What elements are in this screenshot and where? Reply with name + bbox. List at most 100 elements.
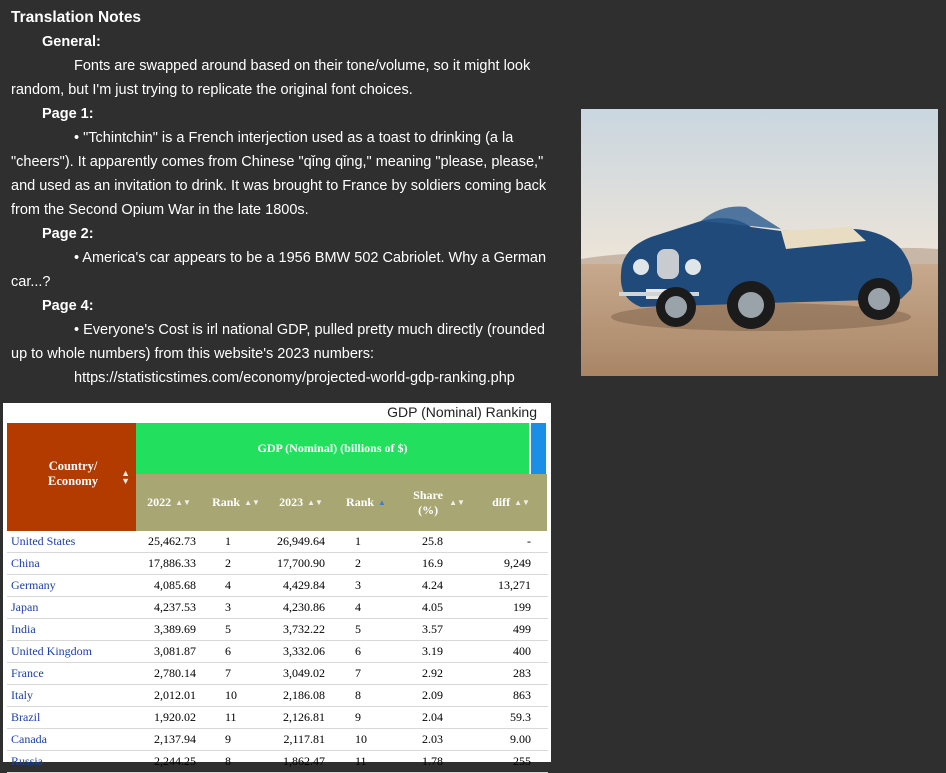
country-cell[interactable]: United Kingdom: [11, 641, 92, 662]
table-caption: GDP (Nominal) Ranking: [387, 404, 537, 420]
diff-cell: 499: [513, 622, 531, 636]
rank-2022-cell: 11: [225, 710, 237, 724]
gdp-2022-cell: 4,085.68: [154, 578, 196, 592]
column-headers: 2022 ▲▼ Rank ▲▼ 2023 ▲▼ Rank ▲ Share (%) ▲▼ d…: [136, 474, 547, 531]
page2-label: Page 2:: [42, 226, 94, 242]
page4-text: • Everyone's Cost is irl national GDP, p…: [11, 322, 545, 362]
col-2023[interactable]: 2023 ▲▼: [268, 474, 334, 531]
rank-2022-cell: 5: [225, 622, 231, 636]
sort-icon: ▲▼: [449, 498, 465, 507]
page1-text: • "Tchintchin" is a French interjection …: [11, 130, 547, 218]
gdp-2023-cell: 2,117.81: [283, 732, 325, 746]
col-2022[interactable]: 2022 ▲▼: [136, 474, 202, 531]
diff-cell: 9.00: [510, 732, 531, 746]
diff-cell: 255: [513, 754, 531, 768]
sort-asc-icon: ▲: [378, 498, 386, 507]
scroll-indicator: [531, 423, 546, 474]
rank-2023-cell: 3: [355, 578, 361, 592]
col-share-label: Share (%): [413, 487, 443, 517]
general-label: General:: [42, 34, 101, 50]
gdp-2022-cell: 4,237.53: [154, 600, 196, 614]
rank-2023-cell: 2: [355, 556, 361, 570]
gdp-2022-cell: 2,780.14: [154, 666, 196, 680]
diff-cell: 59.3: [510, 710, 531, 724]
car-photo: [581, 109, 938, 376]
country-cell[interactable]: France: [11, 663, 44, 684]
table-row: Russia 2,244.25 8 1,862.47 11 1.78 255: [7, 751, 548, 773]
gdp-2023-cell: 3,332.06: [283, 644, 325, 658]
table-body: United States 25,462.73 1 26,949.64 1 25.8 - Ch…: [7, 531, 548, 773]
gdp-2022-cell: 2,244.25: [154, 754, 196, 768]
share-cell: 4.24: [422, 578, 443, 592]
country-cell[interactable]: Japan: [11, 597, 38, 618]
country-cell[interactable]: China: [11, 553, 40, 574]
diff-cell: 283: [513, 666, 531, 680]
share-cell: 2.09: [422, 688, 443, 702]
col-rank-2022[interactable]: Rank ▲▼: [206, 474, 266, 531]
country-header[interactable]: Country/ Economy ▲ ▼: [7, 423, 136, 531]
country-cell[interactable]: Russia: [11, 751, 43, 772]
rank-2023-cell: 8: [355, 688, 361, 702]
diff-cell: 400: [513, 644, 531, 658]
sort-icon: ▲▼: [175, 498, 191, 507]
gdp-2023-cell: 2,186.08: [283, 688, 325, 702]
country-cell[interactable]: United States: [11, 531, 75, 552]
table-row: Italy 2,012.01 10 2,186.08 8 2.09 863: [7, 685, 548, 707]
general-text: Fonts are swapped around based on their …: [11, 58, 531, 98]
table-row: France 2,780.14 7 3,049.02 7 2.92 283: [7, 663, 548, 685]
country-cell[interactable]: Italy: [11, 685, 33, 706]
share-cell: 2.03: [422, 732, 443, 746]
gdp-2022-cell: 25,462.73: [148, 534, 196, 548]
col-rank-label: Rank: [212, 495, 241, 509]
share-cell: 2.92: [422, 666, 443, 680]
sort-icon: ▲▼: [514, 498, 530, 507]
country-cell[interactable]: Germany: [11, 575, 56, 596]
table-row: United Kingdom 3,081.87 6 3,332.06 6 3.19 400: [7, 641, 548, 663]
rank-2023-cell: 10: [355, 732, 367, 746]
gdp-2023-cell: 17,700.90: [277, 556, 325, 570]
rank-2022-cell: 6: [225, 644, 231, 658]
rank-2022-cell: 1: [225, 534, 231, 548]
diff-cell: -: [527, 534, 531, 548]
rank-2023-cell: 11: [355, 754, 367, 768]
rank-2023-cell: 4: [355, 600, 361, 614]
rank-2022-cell: 9: [225, 732, 231, 746]
col-rank-label: Rank: [346, 495, 375, 509]
col-share[interactable]: Share (%) ▲▼: [406, 474, 470, 531]
share-cell: 4.05: [422, 600, 443, 614]
page1-label: Page 1:: [42, 106, 94, 122]
sort-icon: ▲▼: [121, 468, 130, 486]
share-cell: 3.19: [422, 644, 443, 658]
gdp-2022-cell: 3,081.87: [154, 644, 196, 658]
gdp-2023-cell: 1,862.47: [283, 754, 325, 768]
share-cell: 1.78: [422, 754, 443, 768]
table-row: India 3,389.69 5 3,732.22 5 3.57 499: [7, 619, 548, 641]
gdp-2023-cell: 2,126.81: [283, 710, 325, 724]
diff-cell: 13,271: [498, 578, 531, 592]
source-url[interactable]: https://statisticstimes.com/economy/proj…: [11, 366, 556, 390]
page4-label: Page 4:: [42, 298, 94, 314]
country-cell[interactable]: Canada: [11, 729, 47, 750]
rank-2023-cell: 7: [355, 666, 361, 680]
rank-2022-cell: 2: [225, 556, 231, 570]
page2-text: • America's car appears to be a 1956 BMW…: [11, 250, 547, 290]
translation-notes: Translation Notes General: Fonts are swa…: [11, 6, 556, 390]
share-cell: 16.9: [422, 556, 443, 570]
share-cell: 25.8: [422, 534, 443, 548]
gdp-2022-cell: 1,920.02: [154, 710, 196, 724]
gdp-2022-cell: 17,886.33: [148, 556, 196, 570]
gdp-2022-cell: 3,389.69: [154, 622, 196, 636]
rank-2022-cell: 4: [225, 578, 231, 592]
gdp-2022-cell: 2,012.01: [154, 688, 196, 702]
col-rank-2023[interactable]: Rank ▲: [336, 474, 396, 531]
col-diff[interactable]: diff ▲▼: [481, 474, 541, 531]
diff-cell: 863: [513, 688, 531, 702]
country-cell[interactable]: India: [11, 619, 36, 640]
gdp-group-header: GDP (Nominal) (billions of $): [136, 423, 529, 474]
table-row: Brazil 1,920.02 11 2,126.81 9 2.04 59.3: [7, 707, 548, 729]
rank-2023-cell: 9: [355, 710, 361, 724]
rank-2023-cell: 6: [355, 644, 361, 658]
country-cell[interactable]: Brazil: [11, 707, 40, 728]
gdp-2023-cell: 3,732.22: [283, 622, 325, 636]
notes-title: Translation Notes: [11, 9, 142, 26]
